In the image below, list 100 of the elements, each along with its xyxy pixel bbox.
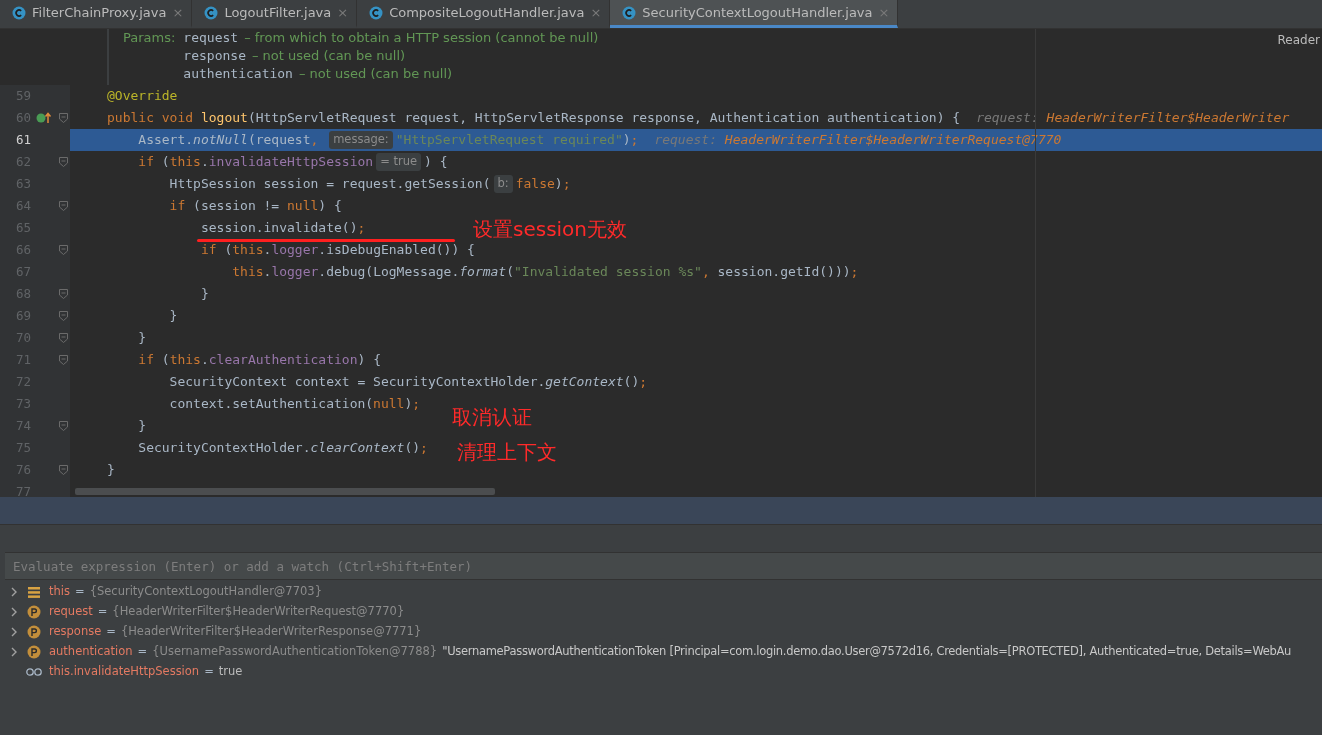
code-token: this xyxy=(169,351,201,370)
reader-mode-label[interactable]: Reader xyxy=(1277,31,1320,49)
fold-icon[interactable] xyxy=(58,311,68,321)
fold-icon[interactable] xyxy=(58,421,68,431)
implements-icon[interactable] xyxy=(35,111,52,125)
code-token: (HttpServletRequest request, HttpServletResponse response, Authentication authentication) { xyxy=(247,109,961,128)
class-icon xyxy=(204,5,219,20)
glasses-icon xyxy=(26,668,42,676)
code-token: () xyxy=(623,373,640,392)
fold-icon[interactable] xyxy=(58,289,68,299)
fold-icon[interactable] xyxy=(58,355,68,365)
code-token: clearContext xyxy=(310,439,405,458)
code-token: } xyxy=(107,461,115,480)
editor-tab[interactable]: LogoutFilter.java × xyxy=(192,0,358,28)
class-icon xyxy=(622,5,637,20)
editor-tab[interactable]: SecurityContextLogoutHandler.java × xyxy=(610,0,899,28)
code-token: "HttpServletRequest required" xyxy=(395,131,623,150)
code-token: ; xyxy=(639,373,648,392)
code-token: } xyxy=(168,307,178,326)
code-token: ; xyxy=(420,439,428,458)
close-icon[interactable]: × xyxy=(172,2,184,23)
parameter-icon xyxy=(27,645,41,659)
parameter-icon xyxy=(27,605,41,619)
code-token: logger xyxy=(271,241,319,260)
code-token: ) xyxy=(622,131,631,150)
code-token: if xyxy=(137,351,154,370)
code-token: null xyxy=(373,395,405,414)
tab-label: SecurityContextLogoutHandler.java xyxy=(642,3,873,22)
doc-param-name: request xyxy=(183,29,239,47)
annotation-text: 设置session无效 xyxy=(473,216,628,243)
variable-name: response xyxy=(49,623,102,641)
code-token: ; xyxy=(630,131,639,150)
code-token: ; xyxy=(562,175,571,194)
code-token: if xyxy=(199,241,217,260)
code-token: , xyxy=(310,131,320,150)
variable-value: {UsernamePasswordAuthenticationToken@7788} xyxy=(152,643,438,661)
doc-param-description: – not used (can be null) xyxy=(298,65,453,83)
close-icon[interactable]: × xyxy=(337,2,349,23)
code-token: (request xyxy=(247,131,311,150)
fold-icon[interactable] xyxy=(58,201,68,211)
variable-value: {SecurityContextLogoutHandler@7703} xyxy=(89,583,322,601)
doc-param-description: – not used (can be null) xyxy=(252,47,406,65)
code-token: ( xyxy=(223,241,233,260)
parameter-icon xyxy=(27,625,41,639)
variable-value: {HeaderWriterFilter$HeaderWriterRequest@7770} xyxy=(112,603,405,621)
code-token: public void xyxy=(107,109,195,128)
code-token: , xyxy=(701,263,711,282)
fold-icon[interactable] xyxy=(58,333,68,343)
code-token: ) { xyxy=(357,351,381,370)
code-token: ( xyxy=(506,263,515,282)
code-token: logout xyxy=(200,109,248,128)
debug-value-hint: HeaderWriterFilter$HeaderWriter xyxy=(1046,109,1290,128)
code-token: SecurityContextHolder. xyxy=(137,439,311,458)
code-token: ; xyxy=(412,395,421,414)
line-number: 61 xyxy=(14,130,31,149)
code-token: ; xyxy=(357,219,366,238)
equals-sign: = xyxy=(106,623,116,641)
equals-sign: = xyxy=(204,663,214,681)
annotation-text: 取消认证 xyxy=(452,404,532,431)
code-token: ) { xyxy=(318,197,342,216)
doc-params-label: Params: xyxy=(123,29,176,47)
code-token: context.setAuthentication( xyxy=(168,395,374,414)
doc-param-name: response xyxy=(183,47,246,65)
code-token: "Invalidated session %s" xyxy=(514,263,702,282)
list-icon xyxy=(28,586,40,598)
code-token: if xyxy=(168,197,186,216)
fold-icon[interactable] xyxy=(58,245,68,255)
code-token: format xyxy=(459,263,507,282)
code-token: this xyxy=(169,153,201,172)
debug-value-hint: request: xyxy=(654,131,718,150)
class-icon xyxy=(369,5,384,20)
code-token: clearAuthentication xyxy=(208,351,358,370)
code-token: . xyxy=(263,241,272,260)
variable-name: this.invalidateHttpSession xyxy=(49,663,200,681)
code-token: . xyxy=(200,153,209,172)
variable-name: this xyxy=(49,583,70,601)
code-token: invalidateHttpSession xyxy=(208,153,374,172)
code-token: ; xyxy=(850,263,859,282)
code-token: ) { xyxy=(424,153,448,172)
code-token: Assert. xyxy=(137,131,194,150)
tab-label: CompositeLogoutHandler.java xyxy=(389,3,585,22)
fold-icon[interactable] xyxy=(58,157,68,167)
tab-label: LogoutFilter.java xyxy=(224,3,332,22)
code-token: HttpSession session = request.getSession( xyxy=(168,175,491,194)
horizontal-scrollbar[interactable] xyxy=(75,488,495,495)
code-token: session.getId())) xyxy=(717,263,851,282)
class-icon xyxy=(12,5,26,20)
editor-tab[interactable]: FilterChainProxy.java × xyxy=(0,0,193,28)
close-icon[interactable]: × xyxy=(590,2,602,23)
code-token: } xyxy=(199,285,209,304)
code-token: getContext xyxy=(545,373,624,392)
fold-icon[interactable] xyxy=(58,465,68,475)
fold-icon[interactable] xyxy=(58,113,68,123)
inlay-hint: = true xyxy=(376,153,422,171)
doc-param-description: – from which to obtain a HTTP session (cannot be null) xyxy=(244,29,599,47)
code-token: (session != xyxy=(192,197,281,216)
variable-value: true xyxy=(218,663,243,681)
variable-string: "UsernamePasswordAuthenticationToken [Principal=com.login.demo.dao.User@7572d16, Credentials=[PROTECTED], Authenticated=true, Details=WebAu xyxy=(442,643,1292,661)
doc-param-name: authentication xyxy=(183,65,293,83)
code-token: ( xyxy=(160,153,170,172)
